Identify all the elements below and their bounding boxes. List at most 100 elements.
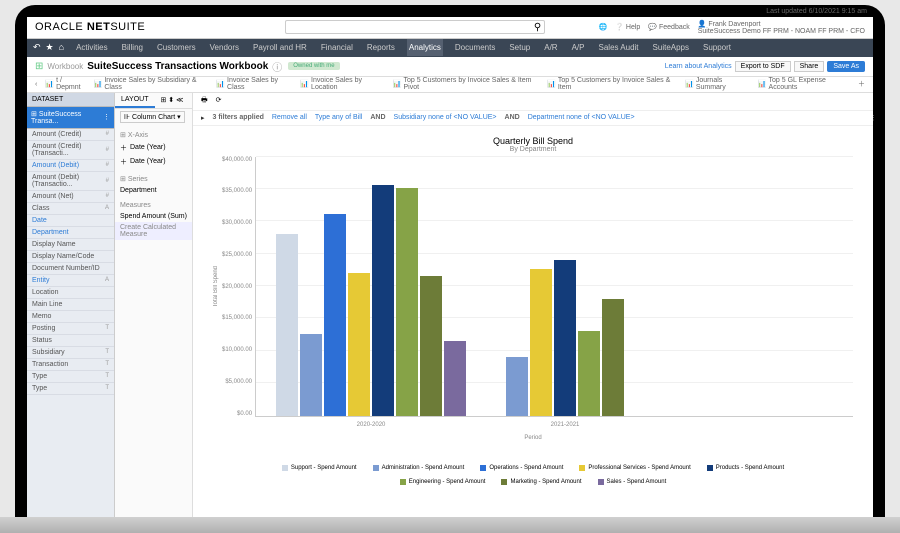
nav-documents[interactable]: Documents xyxy=(453,39,497,56)
legend-item[interactable]: Support - Spend Amount xyxy=(282,465,357,471)
dataset-field[interactable]: Amount (Net)# xyxy=(27,191,114,203)
bar[interactable] xyxy=(348,273,370,416)
xaxis-item[interactable]: ＋ Date (Year) xyxy=(115,141,192,155)
nav-billing[interactable]: Billing xyxy=(120,39,145,56)
filter-2[interactable]: Subsidiary none of <NO VALUE> xyxy=(394,114,497,121)
saved-item[interactable]: 📊Top 5 Customers by Invoice Sales & Item xyxy=(547,77,677,91)
nav-activities[interactable]: Activities xyxy=(74,39,110,56)
back-icon[interactable]: ↶ xyxy=(33,42,41,53)
dataset-field[interactable]: Amount (Credit)(Transacti...# xyxy=(27,141,114,160)
series-value[interactable]: Department xyxy=(115,185,192,196)
dataset-field[interactable]: TransactionT xyxy=(27,359,114,371)
home-icon[interactable]: ⌂ xyxy=(59,42,64,53)
export-button[interactable]: Export to SDF xyxy=(735,61,791,72)
dataset-field[interactable]: Department xyxy=(27,227,114,239)
dataset-field[interactable]: Amount (Credit)# xyxy=(27,129,114,141)
info-icon[interactable]: ⓘ xyxy=(272,59,282,74)
nav-support[interactable]: Support xyxy=(701,39,733,56)
add-icon[interactable]: ＋ xyxy=(858,79,865,89)
dataset-name[interactable]: ⊞ SuiteSuccess Transa...⋮ xyxy=(27,107,114,129)
legend-item[interactable]: Operations - Spend Amount xyxy=(480,465,563,471)
remove-filters-link[interactable]: Remove all xyxy=(272,114,307,121)
legend-item[interactable]: Professional Services - Spend Amount xyxy=(579,465,690,471)
refresh-icon[interactable]: ⟳ xyxy=(216,96,222,107)
dataset-field[interactable]: ClassA xyxy=(27,203,114,215)
bar[interactable] xyxy=(530,269,552,415)
legend-item[interactable]: Sales - Spend Amount xyxy=(598,479,667,485)
saved-item[interactable]: 📊Top 5 GL Expense Accounts xyxy=(758,77,850,91)
nav-reports[interactable]: Reports xyxy=(365,39,397,56)
help-link[interactable]: ❔ Help xyxy=(615,23,640,31)
dataset-field[interactable]: TypeT xyxy=(27,371,114,383)
saved-item[interactable]: 📊t / Depmnt xyxy=(45,77,85,91)
legend-item[interactable]: Administration - Spend Amount xyxy=(373,465,465,471)
chart-subtitle: By Department xyxy=(213,146,853,153)
nav-setup[interactable]: Setup xyxy=(507,39,532,56)
back-arrow-icon[interactable]: ‹ xyxy=(35,81,37,88)
legend-item[interactable]: Products - Spend Amount xyxy=(707,465,784,471)
top-bar: ORACLE NETSUITE ⚲ 🌐 ❔ Help 💬 Feedback 👤 … xyxy=(27,17,873,39)
dataset-field[interactable]: TypeT xyxy=(27,383,114,395)
saved-item[interactable]: 📊Invoice Sales by Location xyxy=(300,77,384,91)
dataset-field[interactable]: Date xyxy=(27,215,114,227)
dataset-field[interactable]: Amount (Debit)# xyxy=(27,160,114,172)
save-as-button[interactable]: Save As xyxy=(827,61,865,72)
bar[interactable] xyxy=(276,234,298,416)
share-button[interactable]: Share xyxy=(794,61,825,72)
bar[interactable] xyxy=(300,334,322,415)
filter-toggle-icon[interactable]: ▸ xyxy=(201,114,205,122)
dataset-field[interactable]: Document Number/ID xyxy=(27,263,114,275)
bar[interactable] xyxy=(396,188,418,416)
bar[interactable] xyxy=(578,331,600,416)
user-info[interactable]: 👤 Frank DavenportSuiteSuccess Demo FF PR… xyxy=(698,20,865,35)
star-icon[interactable]: ★ xyxy=(46,42,54,53)
measures-value[interactable]: Spend Amount (Sum) xyxy=(115,211,192,222)
saved-item[interactable]: 📊Journals Summary xyxy=(685,77,750,91)
nav-ap[interactable]: A/P xyxy=(570,39,587,56)
nav-payroll[interactable]: Payroll and HR xyxy=(251,39,309,56)
learn-link[interactable]: Learn about Analytics xyxy=(665,63,732,70)
dataset-field[interactable]: PostingT xyxy=(27,323,114,335)
more-icon[interactable]: ⋮ xyxy=(870,114,873,122)
calc-measure-link[interactable]: Create Calculated Measure xyxy=(115,222,192,240)
nav-suiteapps[interactable]: SuiteApps xyxy=(651,39,691,56)
bar[interactable] xyxy=(444,341,466,416)
dataset-field[interactable]: Memo xyxy=(27,311,114,323)
saved-item[interactable]: 📊Top 5 Customers by Invoice Sales & Item… xyxy=(393,77,539,91)
bar[interactable] xyxy=(506,357,528,416)
print-icon[interactable]: 🖶 xyxy=(201,96,208,107)
global-search[interactable]: ⚲ xyxy=(285,20,545,34)
bar[interactable] xyxy=(372,185,394,416)
legend-item[interactable]: Engineering - Spend Amount xyxy=(400,479,486,485)
legend-item[interactable]: Marketing - Spend Amount xyxy=(501,479,581,485)
xaxis-item[interactable]: ＋ Date (Year) xyxy=(115,155,192,169)
nav-customers[interactable]: Customers xyxy=(155,39,198,56)
feedback-link[interactable]: 💬 Feedback xyxy=(648,23,689,31)
dataset-field[interactable]: Display Name/Code xyxy=(27,251,114,263)
layout-tab-icons[interactable]: ⊞ ⬍ ≪ xyxy=(155,93,190,108)
saved-item[interactable]: 📊Invoice Sales by Class xyxy=(216,77,292,91)
dataset-field[interactable]: Status xyxy=(27,335,114,347)
bar[interactable] xyxy=(602,299,624,416)
bar[interactable] xyxy=(554,260,576,416)
nav-financial[interactable]: Financial xyxy=(319,39,355,56)
layout-tab[interactable]: LAYOUT xyxy=(115,93,155,108)
nav-vendors[interactable]: Vendors xyxy=(208,39,241,56)
dataset-field[interactable]: SubsidiaryT xyxy=(27,347,114,359)
chart-type-select[interactable]: ⊪ Column Chart ▾ xyxy=(120,111,185,123)
bar[interactable] xyxy=(324,214,346,416)
saved-item[interactable]: 📊Invoice Sales by Subsidiary & Class xyxy=(94,77,209,91)
filter-3[interactable]: Department none of <NO VALUE> xyxy=(528,114,635,121)
dataset-field[interactable]: EntityA xyxy=(27,275,114,287)
dataset-field[interactable]: Amount (Debit) (Transactio...# xyxy=(27,172,114,191)
dataset-field[interactable]: Location xyxy=(27,287,114,299)
bar[interactable] xyxy=(420,276,442,416)
nav-analytics[interactable]: Analytics xyxy=(407,39,443,56)
dataset-field[interactable]: Display Name xyxy=(27,239,114,251)
workbook-icon: ⊞ xyxy=(35,61,43,72)
nav-sales-audit[interactable]: Sales Audit xyxy=(597,39,641,56)
filter-1[interactable]: Type any of Bill xyxy=(315,114,362,121)
dataset-field[interactable]: Main Line xyxy=(27,299,114,311)
nav-ar[interactable]: A/R xyxy=(542,39,559,56)
lang-icon[interactable]: 🌐 xyxy=(599,23,608,31)
